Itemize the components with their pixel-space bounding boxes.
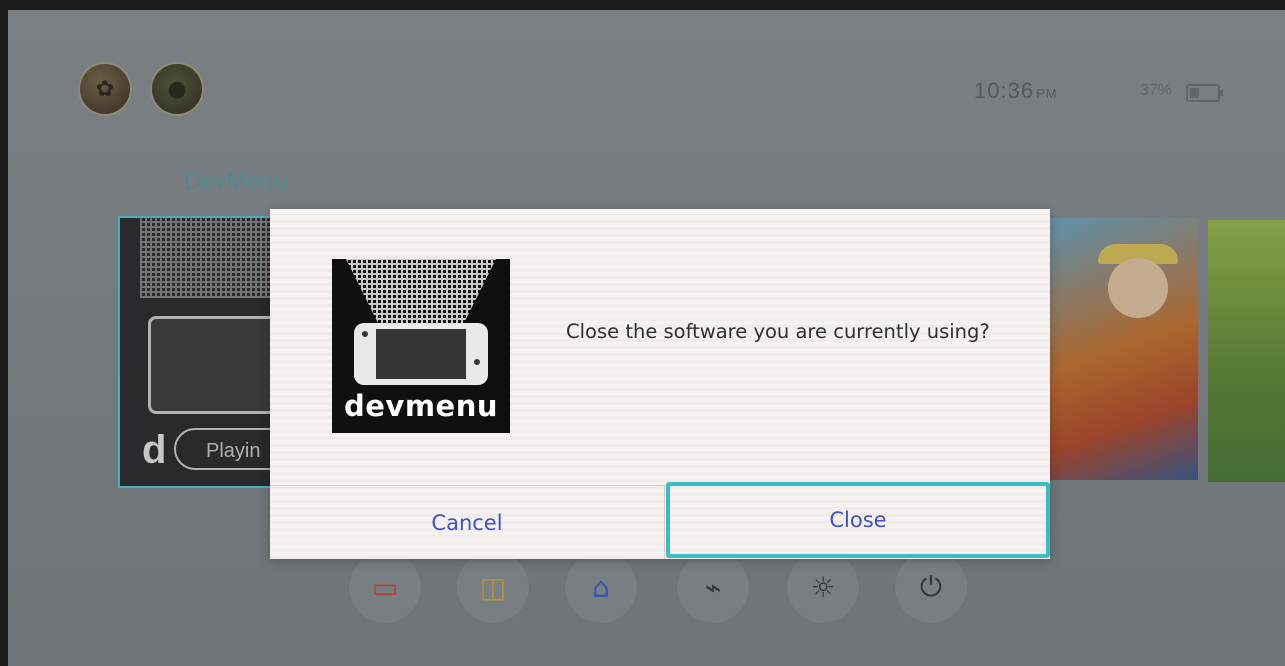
battery-icon — [1186, 84, 1223, 102]
top-bar: ✿ ● 10:36 PM 37% — [8, 10, 1285, 140]
user-avatar-2[interactable]: ● — [150, 62, 204, 116]
power-icon[interactable]: ⏻ — [894, 550, 968, 624]
clock-suffix: PM — [1036, 86, 1058, 101]
button-divider — [664, 486, 665, 559]
devmenu-letter: d — [142, 428, 167, 472]
character-icon: ● — [167, 76, 187, 102]
battery-percent: 37% — [1140, 82, 1173, 99]
game-tile-one-piece[interactable] — [1038, 218, 1198, 480]
album-icon[interactable]: ⌂ — [564, 550, 638, 624]
cancel-button[interactable]: Cancel — [270, 486, 664, 559]
logo-console-icon — [354, 323, 488, 385]
selected-app-title: DevMenu — [184, 168, 287, 195]
controllers-icon[interactable]: ⌁ — [676, 550, 750, 624]
shop-icon[interactable]: ◫ — [456, 550, 530, 624]
close-button[interactable]: Close — [666, 482, 1050, 558]
game-tile-green[interactable] — [1208, 220, 1285, 482]
clock-time: 10:36 — [974, 78, 1035, 103]
dialog-message: Close the software you are currently usi… — [566, 320, 990, 343]
settings-icon[interactable]: ☼ — [786, 550, 860, 624]
home-dock: ▭ ◫ ⌂ ⌁ ☼ ⏻ — [348, 550, 968, 630]
logo-spotlight — [346, 259, 496, 325]
devmenu-logo: devmenu — [332, 259, 510, 433]
close-software-dialog: devmenu Close the software you are curre… — [270, 209, 1050, 559]
news-icon[interactable]: ▭ — [348, 550, 422, 624]
user-avatar-1[interactable]: ✿ — [78, 62, 132, 116]
logo-text: devmenu — [343, 389, 498, 423]
character-graphic — [1108, 258, 1168, 318]
clock: 10:36 PM — [974, 78, 1058, 104]
mushroom-icon: ✿ — [95, 76, 115, 102]
